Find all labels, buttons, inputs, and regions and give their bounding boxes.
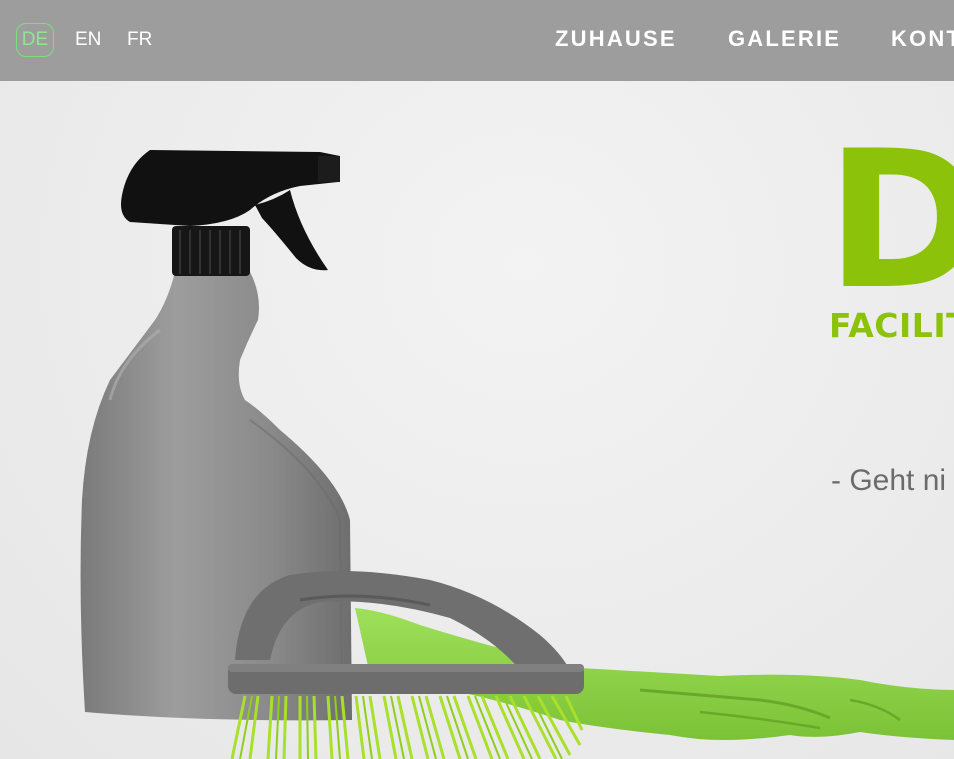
spray-bottle [80,150,352,721]
language-de[interactable]: DE [16,23,54,57]
cleaning-products-image [80,150,954,759]
nav-home[interactable]: ZUHAUSE [555,26,677,52]
hero-tagline: - Geht ni [831,464,947,497]
scrub-brush [228,571,584,759]
nav-contact[interactable]: KONT [891,26,954,52]
top-navigation-bar: DE EN FR ZUHAUSE GALERIE KONT [0,0,954,81]
language-fr[interactable]: FR [127,23,152,57]
hero-section: D FACILITY - Geht ni [0,0,954,759]
brand-logo-letter: D [826,110,954,331]
language-en[interactable]: EN [75,23,101,57]
brand-subtitle: FACILITY [829,306,954,345]
nav-gallery[interactable]: GALERIE [728,26,841,52]
